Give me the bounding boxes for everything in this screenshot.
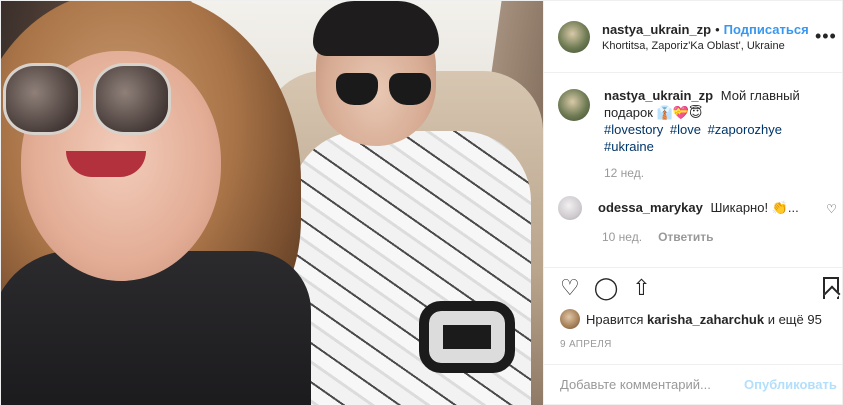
post-header: nastya_ukrain_zp • Подписаться Khortitsa…	[544, 1, 843, 73]
steering-wheel	[419, 301, 515, 373]
bookmark-icon[interactable]	[822, 277, 839, 299]
reply-button[interactable]: Ответить	[658, 230, 713, 244]
comment-body: odessa_marykay Шикарно! 👏...	[598, 200, 799, 216]
comment-item: odessa_marykay Шикарно! 👏... ♡	[558, 196, 837, 220]
likes-prefix: Нравится	[586, 311, 644, 327]
post-caption: nastya_ukrain_zp Мой главный подарок 👔💝😇…	[558, 87, 837, 182]
heart-icon[interactable]: ♡	[560, 276, 580, 299]
hashtag-link[interactable]: #lovestory	[604, 122, 663, 137]
separator-dot: •	[715, 21, 720, 37]
follow-button[interactable]: Подписаться	[724, 22, 809, 37]
likes-count[interactable]: и ещё 95	[768, 312, 822, 327]
post-side-panel: nastya_ukrain_zp • Подписаться Khortitsa…	[543, 1, 843, 404]
header-text: nastya_ukrain_zp • Подписаться Khortitsa…	[602, 22, 809, 52]
author-avatar[interactable]	[558, 20, 590, 53]
comment-input[interactable]	[560, 377, 736, 392]
caption-hashtags: #lovestory #love #zaporozhye #ukraine	[604, 121, 837, 155]
post-photo[interactable]	[1, 1, 543, 405]
man-sunglasses-left	[336, 73, 378, 105]
hashtag-link[interactable]: #ukraine	[604, 139, 654, 154]
caption-username[interactable]: nastya_ukrain_zp	[604, 88, 713, 103]
action-bar: ♡ ◯ ⇧	[544, 267, 843, 307]
woman-sunglasses-right	[93, 63, 171, 135]
publish-button[interactable]: Опубликовать	[744, 377, 837, 392]
commenter-avatar[interactable]	[558, 196, 582, 220]
woman-sunglasses-left	[3, 63, 81, 135]
woman-jacket	[1, 251, 311, 405]
man-hair	[313, 1, 439, 56]
man-sunglasses-right	[389, 73, 431, 105]
likes-row: Нравится karisha_zaharchuk и ещё 95	[544, 307, 843, 329]
comment-like-heart-icon[interactable]: ♡	[826, 202, 837, 216]
hashtag-link[interactable]: #love	[670, 122, 701, 137]
comments-section: nastya_ukrain_zp Мой главный подарок 👔💝😇…	[544, 73, 843, 267]
comment-text: Шикарно! 👏...	[710, 200, 799, 215]
post-date[interactable]: 9 АПРЕЛЯ	[544, 329, 843, 350]
add-comment-bar: Опубликовать	[544, 364, 843, 404]
location-link[interactable]: Khortitsa, Zaporiz'Ka Oblast', Ukraine	[602, 40, 809, 52]
caption-author-avatar[interactable]	[558, 89, 590, 121]
author-username[interactable]: nastya_ukrain_zp	[602, 22, 711, 37]
share-icon[interactable]: ⇧	[632, 276, 650, 299]
caption-body: nastya_ukrain_zp Мой главный подарок 👔💝😇…	[604, 87, 837, 182]
header-line: nastya_ukrain_zp • Подписаться	[602, 22, 809, 37]
liker-username[interactable]: karisha_zaharchuk	[647, 312, 764, 327]
comment-icon[interactable]: ◯	[594, 276, 619, 299]
comment-meta: 10 нед. Ответить	[602, 230, 837, 244]
caption-time[interactable]: 12 нед.	[604, 165, 837, 182]
comment-time[interactable]: 10 нед.	[602, 230, 642, 244]
instagram-post: nastya_ukrain_zp • Подписаться Khortitsa…	[0, 0, 843, 405]
commenter-username[interactable]: odessa_marykay	[598, 200, 703, 215]
liker-avatar[interactable]	[560, 309, 580, 329]
more-horizontal-icon[interactable]: •••	[815, 27, 837, 45]
hashtag-link[interactable]: #zaporozhye	[708, 122, 782, 137]
